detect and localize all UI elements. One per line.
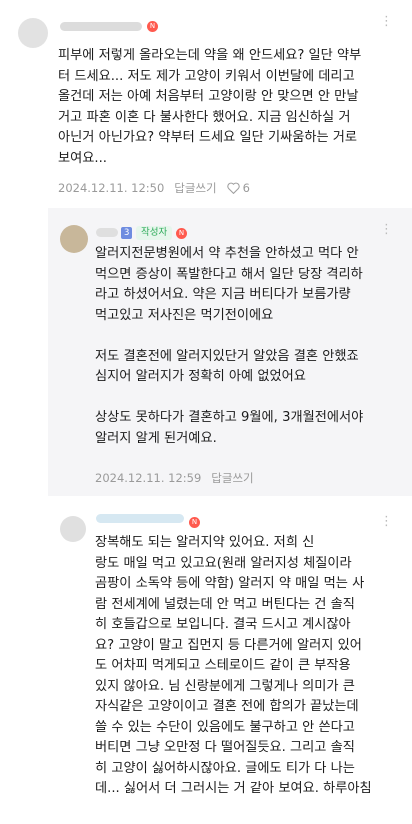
comment-meta: 2024.12.11. 12:50 답글쓰기 6 [58,180,250,196]
username-blurred[interactable] [96,514,184,523]
reply-button[interactable]: 답글쓰기 [211,470,253,486]
heart-icon [226,182,240,194]
comment-text: 장복해도 되는 알러지약 있어요. 저희 신 랑도 매일 먹고 있고요(원래 알… [95,535,372,796]
comment-meta: 2024.12.11. 12:59 답글쓰기 [95,470,254,486]
new-badge-icon: N [176,228,187,239]
username-blurred[interactable] [96,228,118,237]
new-badge-icon: N [147,21,158,32]
comment-text: 알러지전문병원에서 약 추천을 안하셨고 먹다 안 먹으면 증상이 폭발한다고 … [95,246,364,446]
comment-3: N ⋮ 장복해도 되는 알러지약 있어요. 저희 신 랑도 매일 먹고 있고요(… [0,500,412,824]
like-count: 6 [242,181,250,195]
avatar[interactable] [60,225,88,253]
avatar[interactable] [60,516,86,542]
comment-date: 2024.12.11. 12:59 [95,471,202,485]
more-options-icon[interactable]: ⋮ [380,14,394,29]
more-options-icon[interactable]: ⋮ [380,222,394,237]
author-tag: 작성자 [136,226,173,240]
like-button[interactable]: 6 [226,181,250,195]
comment-date: 2024.12.11. 12:50 [58,181,165,195]
avatar[interactable] [18,18,48,48]
username-blurred[interactable] [60,22,142,31]
comment-1: N ⋮ 피부에 저렇게 올라오는데 약을 왜 안드세요? 일단 약부 터 드세요… [0,0,412,200]
reply-button[interactable]: 답글쓰기 [174,180,216,196]
comment-text: 피부에 저렇게 올라오는데 약을 왜 안드세요? 일단 약부 터 드세요... … [58,48,362,166]
more-options-icon[interactable]: ⋮ [380,514,394,529]
comment-2: 3 작성자 N ⋮ 알러지전문병원에서 약 추천을 안하셨고 먹다 안 먹으면 … [0,208,412,498]
new-badge-icon: N [189,517,200,528]
level-badge: 3 [121,227,133,239]
